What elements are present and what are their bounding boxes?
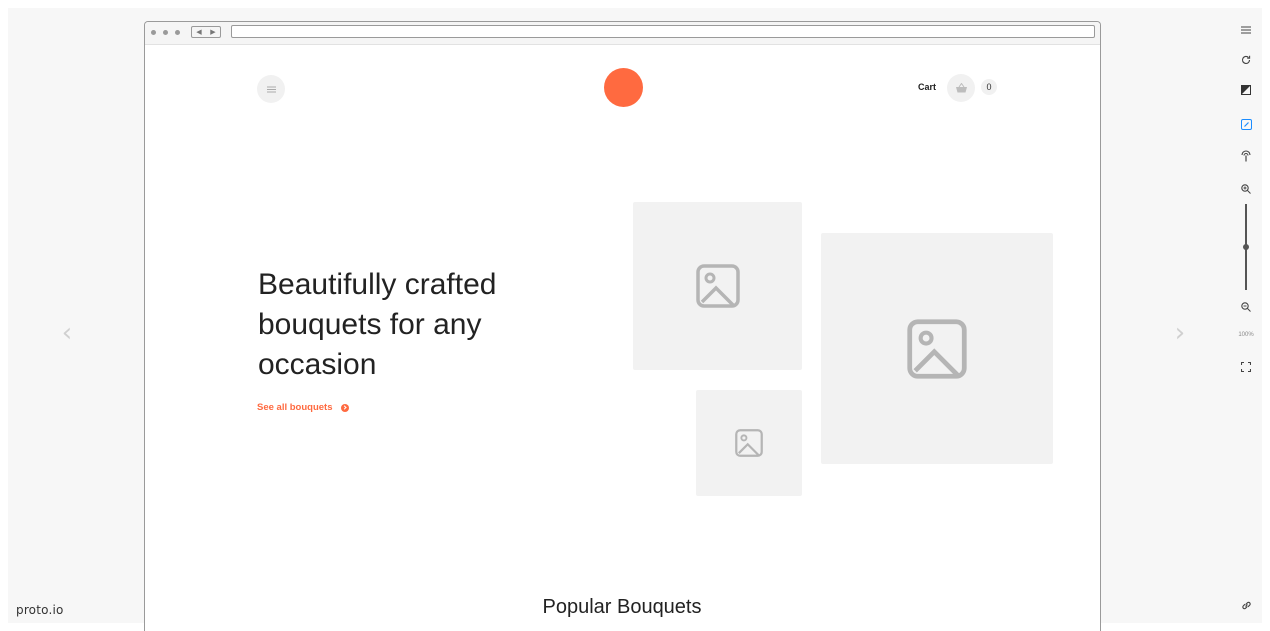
browser-chrome: ◀ ▶ — [145, 22, 1100, 45]
address-bar[interactable] — [231, 25, 1095, 38]
viewer-toolbar: 100% — [1232, 16, 1260, 616]
hero-title: Beautifully crafted bouquets for any occ… — [258, 268, 497, 381]
broadcast-icon[interactable] — [1236, 146, 1256, 166]
image-placeholder — [696, 390, 802, 496]
window-dot — [175, 30, 180, 35]
back-icon[interactable]: ◀ — [196, 29, 201, 36]
arrow-right-icon — [340, 403, 349, 412]
window-dot — [163, 30, 168, 35]
proto-io-logo: proto.io — [16, 603, 64, 617]
fullscreen-icon[interactable] — [1236, 357, 1256, 377]
cart-count-badge: 0 — [981, 79, 997, 95]
zoom-in-icon[interactable] — [1236, 179, 1256, 199]
hamburger-icon — [266, 86, 276, 92]
cart-button[interactable] — [947, 74, 975, 102]
image-placeholder — [633, 202, 802, 370]
hero-link-label: See all bouquets — [257, 402, 333, 413]
zoom-slider-handle[interactable] — [1243, 244, 1249, 250]
see-all-bouquets-link[interactable]: See all bouquets — [257, 402, 349, 413]
image-icon — [695, 264, 740, 308]
link-icon[interactable] — [1236, 595, 1256, 615]
forward-icon[interactable]: ▶ — [210, 29, 215, 36]
contrast-icon[interactable] — [1236, 80, 1256, 100]
edit-icon[interactable] — [1236, 114, 1256, 134]
cart-label[interactable]: Cart — [918, 82, 936, 92]
image-icon — [735, 429, 763, 457]
zoom-level-label: 100% — [1238, 332, 1254, 338]
browser-frame: ◀ ▶ Cart 0 Beautifully crafted bouquets … — [144, 21, 1101, 631]
site-logo[interactable] — [604, 68, 643, 107]
image-placeholder — [821, 233, 1053, 464]
previous-screen-arrow[interactable]: ‹ — [57, 318, 77, 348]
popular-bouquets-heading: Popular Bouquets — [542, 596, 702, 618]
zoom-out-icon[interactable] — [1236, 297, 1256, 317]
image-icon — [907, 318, 967, 379]
hamburger-menu-button[interactable] — [257, 75, 285, 103]
refresh-icon[interactable] — [1236, 50, 1256, 70]
next-screen-arrow[interactable]: › — [1170, 318, 1190, 348]
basket-icon — [955, 83, 967, 93]
window-dot — [151, 30, 156, 35]
browser-nav-buttons[interactable]: ◀ ▶ — [191, 26, 221, 38]
menu-icon[interactable] — [1236, 20, 1256, 40]
